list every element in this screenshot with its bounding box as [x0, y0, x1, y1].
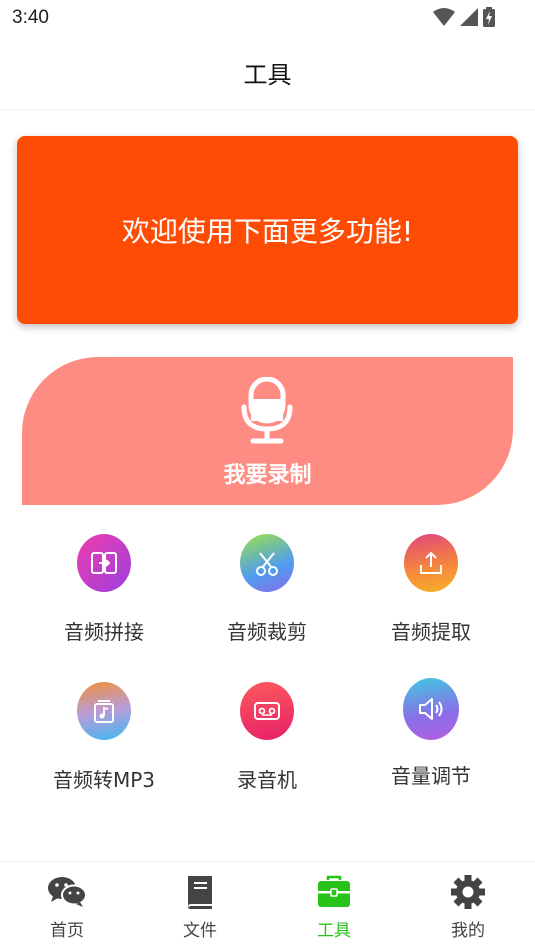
audio-join-icon: [77, 534, 131, 592]
recorder-icon: [240, 682, 294, 740]
music-file-icon: [77, 682, 131, 740]
bottom-nav: 首页 文件 工具 我的: [0, 861, 535, 951]
tool-audio-cut[interactable]: 音频裁剪: [192, 534, 342, 645]
extract-icon: [404, 534, 458, 592]
volume-icon: [403, 678, 459, 740]
tool-label: 音频裁剪: [227, 620, 307, 644]
tool-label: 音量调节: [391, 764, 471, 788]
status-icons: [433, 7, 495, 27]
chat-icon: [48, 877, 87, 907]
scissors-icon: [240, 534, 294, 592]
title-bar: 工具: [0, 36, 535, 110]
nav-label: 文件: [183, 921, 217, 941]
toolbox-icon: [318, 875, 350, 907]
status-time: 3:40: [12, 7, 49, 28]
tool-label: 音频转MP3: [52, 768, 156, 792]
battery-icon: [483, 7, 495, 27]
status-bar: 3:40: [0, 0, 535, 36]
signal-icon: [460, 8, 478, 26]
nav-label: 工具: [317, 921, 351, 941]
tool-recorder[interactable]: 录音机: [192, 682, 342, 793]
nav-label: 我的: [451, 921, 485, 941]
nav-item-files[interactable]: 文件: [145, 874, 255, 941]
book-icon: [188, 876, 212, 909]
banner-text: 欢迎使用下面更多功能!: [121, 215, 414, 248]
tool-audio-join[interactable]: 音频拼接: [29, 534, 179, 645]
tool-volume-adjust[interactable]: 音量调节: [356, 678, 506, 789]
tool-label: 录音机: [237, 768, 297, 792]
tool-audio-extract[interactable]: 音频提取: [356, 534, 506, 645]
microphone-icon: [241, 377, 293, 444]
nav-item-tools[interactable]: 工具: [279, 874, 389, 941]
nav-item-home[interactable]: 首页: [12, 874, 122, 941]
tool-label: 音频提取: [391, 620, 471, 644]
welcome-banner: 欢迎使用下面更多功能!: [17, 136, 518, 324]
record-button[interactable]: 我要录制: [22, 357, 513, 505]
wifi-icon: [433, 8, 455, 26]
page-title: 工具: [243, 61, 292, 89]
tool-audio-to-mp3[interactable]: 音频转MP3: [29, 682, 179, 793]
nav-item-mine[interactable]: 我的: [413, 874, 523, 941]
nav-label: 首页: [50, 921, 84, 941]
record-label: 我要录制: [223, 463, 312, 488]
gear-icon: [451, 875, 485, 909]
tool-label: 音频拼接: [64, 620, 144, 644]
